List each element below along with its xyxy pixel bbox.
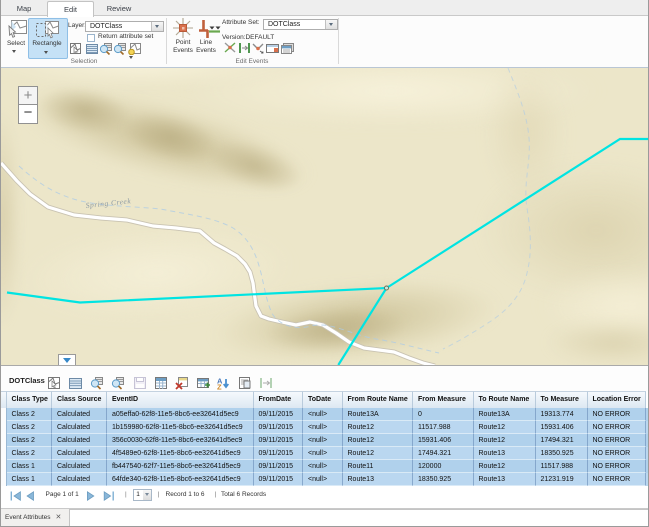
svg-text:Z: Z: [217, 383, 222, 391]
svg-text:Spring Creek: Spring Creek: [85, 196, 131, 210]
